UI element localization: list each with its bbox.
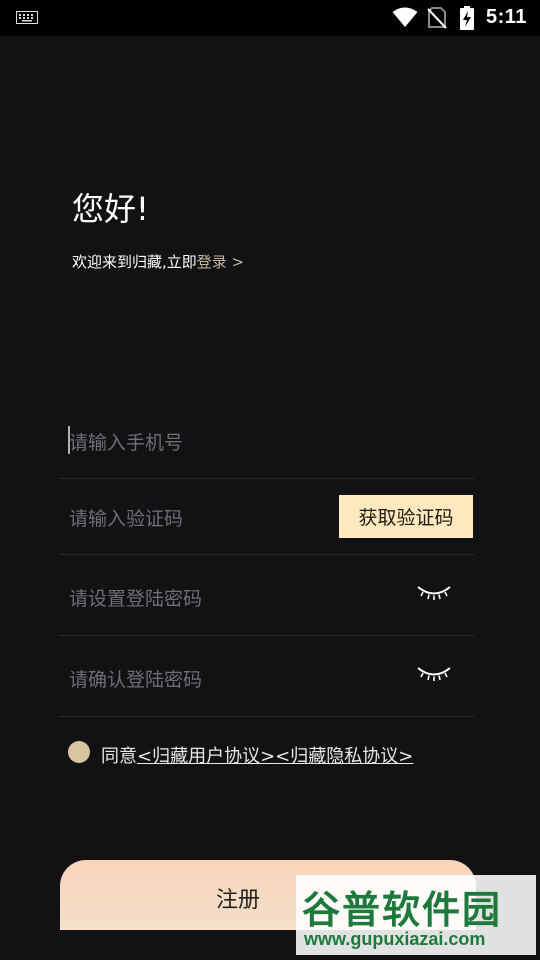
welcome-subtitle: 欢迎来到归藏,立即登录 > [72, 251, 244, 272]
phone-field[interactable]: 请输入手机号 [59, 403, 474, 479]
password-field[interactable]: 请设置登陆密码 [59, 555, 474, 636]
register-label: 注册 [215, 888, 260, 913]
get-code-button[interactable]: 获取验证码 [339, 495, 473, 538]
agree-prefix: 同意 [101, 746, 137, 767]
no-sim-icon [427, 7, 447, 29]
confirm-password-input[interactable]: 请确认登陆密码 [69, 665, 202, 692]
password-input[interactable]: 请设置登陆密码 [69, 584, 202, 611]
watermark-title: 谷普软件园 [302, 888, 503, 932]
wifi-icon [392, 7, 418, 27]
greeting-title: 您好! [72, 190, 149, 228]
welcome-text: 欢迎来到归藏,立即 [72, 253, 197, 271]
code-input[interactable]: 请输入验证码 [69, 504, 183, 531]
phone-input[interactable]: 请输入手机号 [69, 428, 183, 455]
watermark: 谷普软件园 www.gupuxiazai.com [296, 875, 536, 955]
clock: 5:11 [486, 6, 527, 28]
eye-closed-icon[interactable] [416, 665, 452, 683]
privacy-agreement-link[interactable]: <归藏隐私协议> [275, 746, 413, 767]
battery-charging-icon [460, 6, 474, 30]
agree-checkbox[interactable] [68, 741, 90, 763]
eye-closed-icon[interactable] [416, 584, 452, 602]
user-agreement-link[interactable]: <归藏用户协议> [137, 746, 275, 767]
agreement-text: 同意<归藏用户协议><归藏隐私协议> [101, 742, 413, 768]
login-link[interactable]: 登录 > [197, 253, 244, 271]
watermark-url: www.gupuxiazai.com [304, 929, 486, 949]
status-bar: 5:11 [0, 0, 540, 36]
keyboard-icon [16, 11, 38, 24]
confirm-password-field[interactable]: 请确认登陆密码 [59, 636, 474, 717]
